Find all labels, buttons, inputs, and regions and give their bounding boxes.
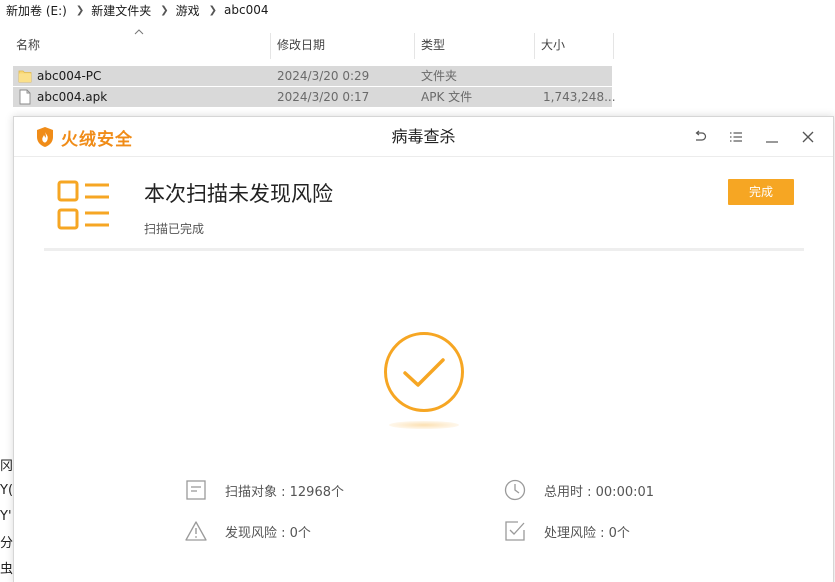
window-controls [675,126,819,148]
virus-scan-dialog: 火绒安全 病毒查杀 本次扫描未发现风险 扫描已完成 完成 扫描对象: 1296… [13,116,834,582]
clipped-text: 冈 [0,459,14,474]
minimize-button[interactable] [761,126,783,148]
breadcrumb-current[interactable]: abc004 [224,3,268,17]
stat-scanned-text: 扫描对象 : 12968个 [225,484,344,500]
breadcrumb-drive[interactable]: 新加卷 (E:) [6,2,67,19]
checkbox-icon [505,521,525,541]
scan-result-title: 本次扫描未发现风险 [144,182,333,206]
huorong-shield-icon [37,127,53,147]
column-size[interactable]: 大小 [534,30,565,60]
chevron-right-icon: ❯ [160,4,169,16]
column-divider[interactable] [613,33,614,59]
file-modified: 2024/3/20 0:17 [277,90,370,104]
stat-risks-handled: 处理风险 : 0个 [504,519,630,543]
scan-report-icon [57,180,109,230]
breadcrumb: 新加卷 (E:) ❯ 新建文件夹 ❯ 游戏 ❯ abc004 [6,1,269,19]
divider [44,248,804,251]
menu-icon [730,132,742,142]
done-button[interactable]: 完成 [728,179,794,205]
file-list: abc004-PC 2024/3/20 0:29 文件夹 abc004.apk … [13,66,616,108]
document-icon [186,480,206,500]
file-modified: 2024/3/20 0:29 [277,69,370,83]
chevron-right-icon: ❯ [75,4,85,16]
brand-name: 火绒安全 [61,129,133,150]
file-row[interactable]: abc004-PC 2024/3/20 0:29 文件夹 [13,66,612,86]
brand-logo: 火绒安全 [35,126,133,150]
back-icon [695,130,707,141]
title-bar[interactable]: 火绒安全 病毒查杀 [14,117,833,157]
clipped-text: 分 [0,536,14,551]
file-row[interactable]: abc004.apk 2024/3/20 0:17 APK 文件 1,743,2… [13,87,616,107]
stat-risks-handled-text: 处理风险 : 0个 [544,525,630,541]
scan-status-text: 扫描已完成 [144,222,205,236]
file-name: abc004-PC [37,69,102,83]
stat-scanned: 扫描对象 : 12968个 [185,478,344,502]
clipped-text: Y' [0,509,12,524]
column-type[interactable]: 类型 [414,30,445,60]
stat-elapsed: 总用时 : 00:00:01 [504,478,654,502]
column-modified[interactable]: 修改日期 [270,30,325,60]
minimize-icon [766,141,778,143]
folder-icon [18,70,32,83]
column-header-row: 名称 修改日期 类型 大小 [0,30,614,60]
breadcrumb-games[interactable]: 游戏 [176,2,200,19]
stat-risks-found-text: 发现风险 : 0个 [225,525,311,541]
breadcrumb-folder[interactable]: 新建文件夹 [91,2,151,19]
clipped-text: Y( [0,483,14,498]
stat-risks-found: 发现风险 : 0个 [185,519,311,543]
clipped-text: 虫 [0,562,14,577]
file-type: APK 文件 [421,90,473,104]
close-button[interactable] [797,126,819,148]
file-icon [19,89,31,105]
close-icon [802,131,814,143]
file-size: 1,743,248... [543,90,616,104]
success-check-icon [384,332,464,412]
check-shadow [389,421,459,429]
stat-elapsed-text: 总用时 : 00:00:01 [544,484,655,500]
menu-button[interactable] [725,126,747,148]
clock-icon [504,479,526,501]
warning-icon [185,521,207,541]
back-button[interactable] [689,126,711,148]
chevron-right-icon: ❯ [208,4,218,16]
file-type: 文件夹 [421,69,458,83]
file-name: abc004.apk [37,90,108,104]
column-name[interactable]: 名称 [9,30,40,60]
